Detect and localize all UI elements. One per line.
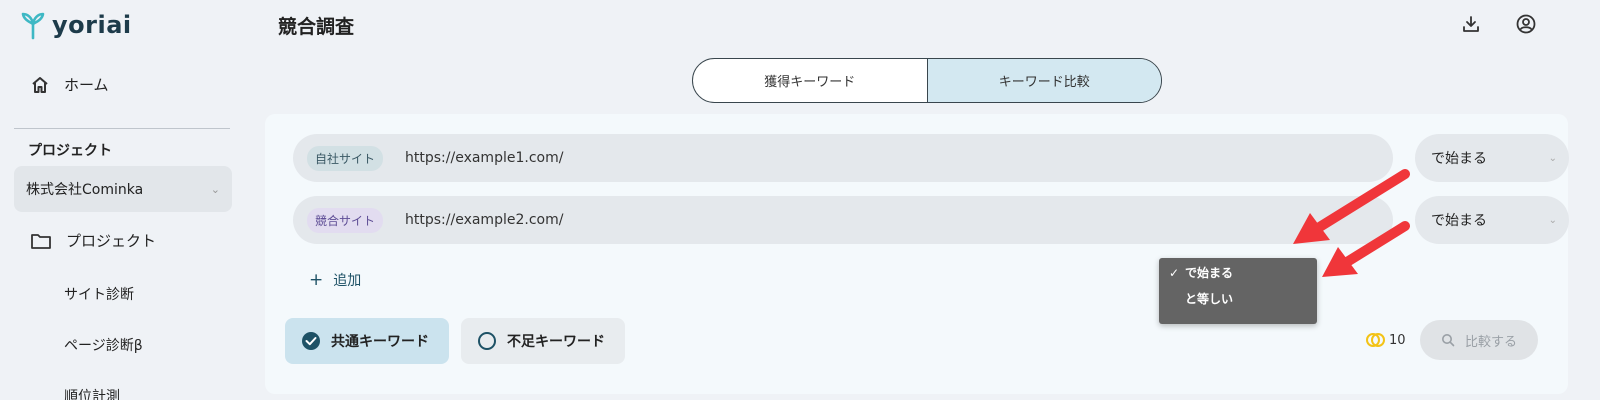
competitor-badge: 競合サイト (307, 207, 384, 233)
tab-group: 獲得キーワード キーワード比較 (692, 58, 1162, 103)
sidebar-item-rank-tracking[interactable]: 順位計測 (64, 386, 120, 400)
credit-counter: 10 (1365, 332, 1406, 348)
sidebar-item-label: ホーム (64, 76, 109, 94)
coin-icon (1366, 333, 1385, 347)
match-select-value: で始まる (1431, 151, 1487, 167)
check-circle-icon (302, 332, 320, 350)
plus-icon: + (309, 270, 324, 290)
compare-button[interactable]: 比較する (1420, 320, 1538, 360)
dropdown-option-label: で始まる (1185, 266, 1234, 280)
match-type-dropdown: ✓ で始まる と等しい (1159, 258, 1317, 324)
page-title: 競合調査 (278, 16, 355, 38)
match-select-value: で始まる (1431, 213, 1487, 229)
dropdown-option-starts-with[interactable]: ✓ で始まる (1169, 264, 1233, 281)
company-select[interactable]: 株式会社Cominka ⌄ (14, 166, 232, 212)
add-site-button[interactable]: + 追加 (309, 270, 361, 290)
sidebar-item-site-diagnosis[interactable]: サイト診断 (64, 284, 134, 304)
competitor-url: https://example2.com/ (405, 212, 564, 228)
chevron-down-icon: ⌄ (1548, 152, 1557, 164)
chevron-down-icon: ⌄ (1548, 214, 1557, 226)
own-site-badge: 自社サイト (307, 145, 384, 171)
add-label: 追加 (333, 273, 362, 289)
sidebar-item-project[interactable]: プロジェクト (30, 230, 156, 251)
account-icon[interactable] (1516, 14, 1536, 34)
common-keywords-label: 共通キーワード (331, 334, 429, 350)
missing-keywords-toggle[interactable]: 不足キーワード (461, 318, 625, 364)
sidebar-section-title: プロジェクト (28, 143, 112, 159)
sidebar: yoriai ホーム プロジェクト 株式会社Cominka ⌄ プロジェクト サ… (0, 0, 240, 400)
missing-keywords-label: 不足キーワード (507, 334, 605, 350)
search-icon (1441, 334, 1455, 347)
logo-text: yoriai (52, 11, 132, 39)
compare-label: 比較する (1464, 334, 1517, 350)
competitor-match-select[interactable]: で始まる ⌄ (1415, 196, 1569, 244)
check-icon: ✓ (1169, 265, 1180, 280)
folder-icon (31, 233, 51, 249)
own-site-url: https://example1.com/ (405, 150, 564, 166)
sidebar-item-page-diagnosis[interactable]: ページ診断β (64, 335, 143, 355)
common-keywords-toggle[interactable]: 共通キーワード (285, 318, 449, 364)
competitor-url-field[interactable]: 競合サイト https://example2.com/ (293, 196, 1393, 244)
home-icon (32, 76, 48, 93)
tab-acquired-keywords[interactable]: 獲得キーワード (693, 59, 927, 102)
logo[interactable]: yoriai (20, 10, 132, 40)
radio-circle-icon (478, 332, 496, 350)
sidebar-item-home[interactable]: ホーム (30, 74, 109, 95)
sidebar-divider (14, 128, 230, 129)
tab-keyword-comparison[interactable]: キーワード比較 (926, 59, 1161, 102)
chevron-down-icon: ⌄ (210, 182, 220, 196)
credit-count: 10 (1389, 332, 1406, 348)
dropdown-option-equals[interactable]: と等しい (1169, 290, 1233, 307)
sidebar-item-label: プロジェクト (66, 232, 157, 250)
comparison-card: 自社サイト https://example1.com/ で始まる ⌄ 競合サイト… (265, 114, 1569, 394)
own-site-url-field[interactable]: 自社サイト https://example1.com/ (293, 134, 1393, 182)
company-name: 株式会社Cominka (26, 182, 144, 198)
download-icon[interactable] (1461, 14, 1481, 34)
own-site-match-select[interactable]: で始まる ⌄ (1415, 134, 1569, 182)
logo-icon (21, 12, 45, 40)
dropdown-option-label: と等しい (1185, 292, 1234, 306)
